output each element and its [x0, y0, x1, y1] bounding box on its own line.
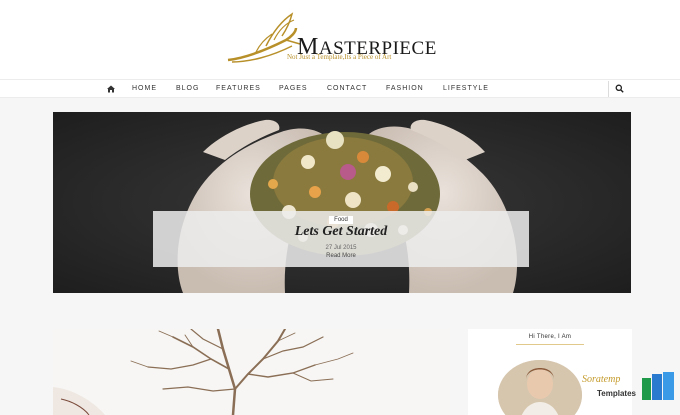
slider-post-date: 27 Jul 2015 [325, 245, 357, 251]
post-thumbnail[interactable] [53, 329, 450, 415]
nav-item-contact[interactable]: CONTACT [327, 85, 367, 92]
site-header: MASTERPIECE Not Just a Template,Its a Pi… [0, 0, 680, 79]
main-navigation: HOME BLOG FEATURES PAGES CONTACT FASHION… [0, 79, 680, 98]
watermark-script-text: Soratemp [582, 374, 621, 385]
home-icon[interactable] [106, 84, 116, 94]
books-logo-icon [642, 372, 674, 400]
post-category-label[interactable]: Food [329, 216, 353, 224]
nav-item-home[interactable]: HOME [132, 85, 157, 92]
nav-item-fashion[interactable]: FASHION [386, 85, 424, 92]
bare-tree-image [53, 329, 450, 415]
slider-post-title[interactable]: Lets Get Started [153, 224, 529, 240]
widget-title: Hi There, I Am [528, 334, 572, 340]
nav-item-lifestyle[interactable]: LIFESTYLE [443, 85, 489, 92]
nav-divider [608, 81, 609, 97]
site-tagline: Not Just a Template,Its a Piece of Art [287, 53, 392, 61]
nav-item-features[interactable]: FEATURES [216, 85, 261, 92]
widget-title-underline [516, 344, 584, 345]
watermark-label: Templates [597, 389, 636, 398]
search-icon[interactable] [615, 84, 624, 93]
read-more-link[interactable]: Read More [153, 253, 529, 259]
nav-item-blog[interactable]: BLOG [176, 85, 199, 92]
nav-item-pages[interactable]: PAGES [279, 85, 308, 92]
